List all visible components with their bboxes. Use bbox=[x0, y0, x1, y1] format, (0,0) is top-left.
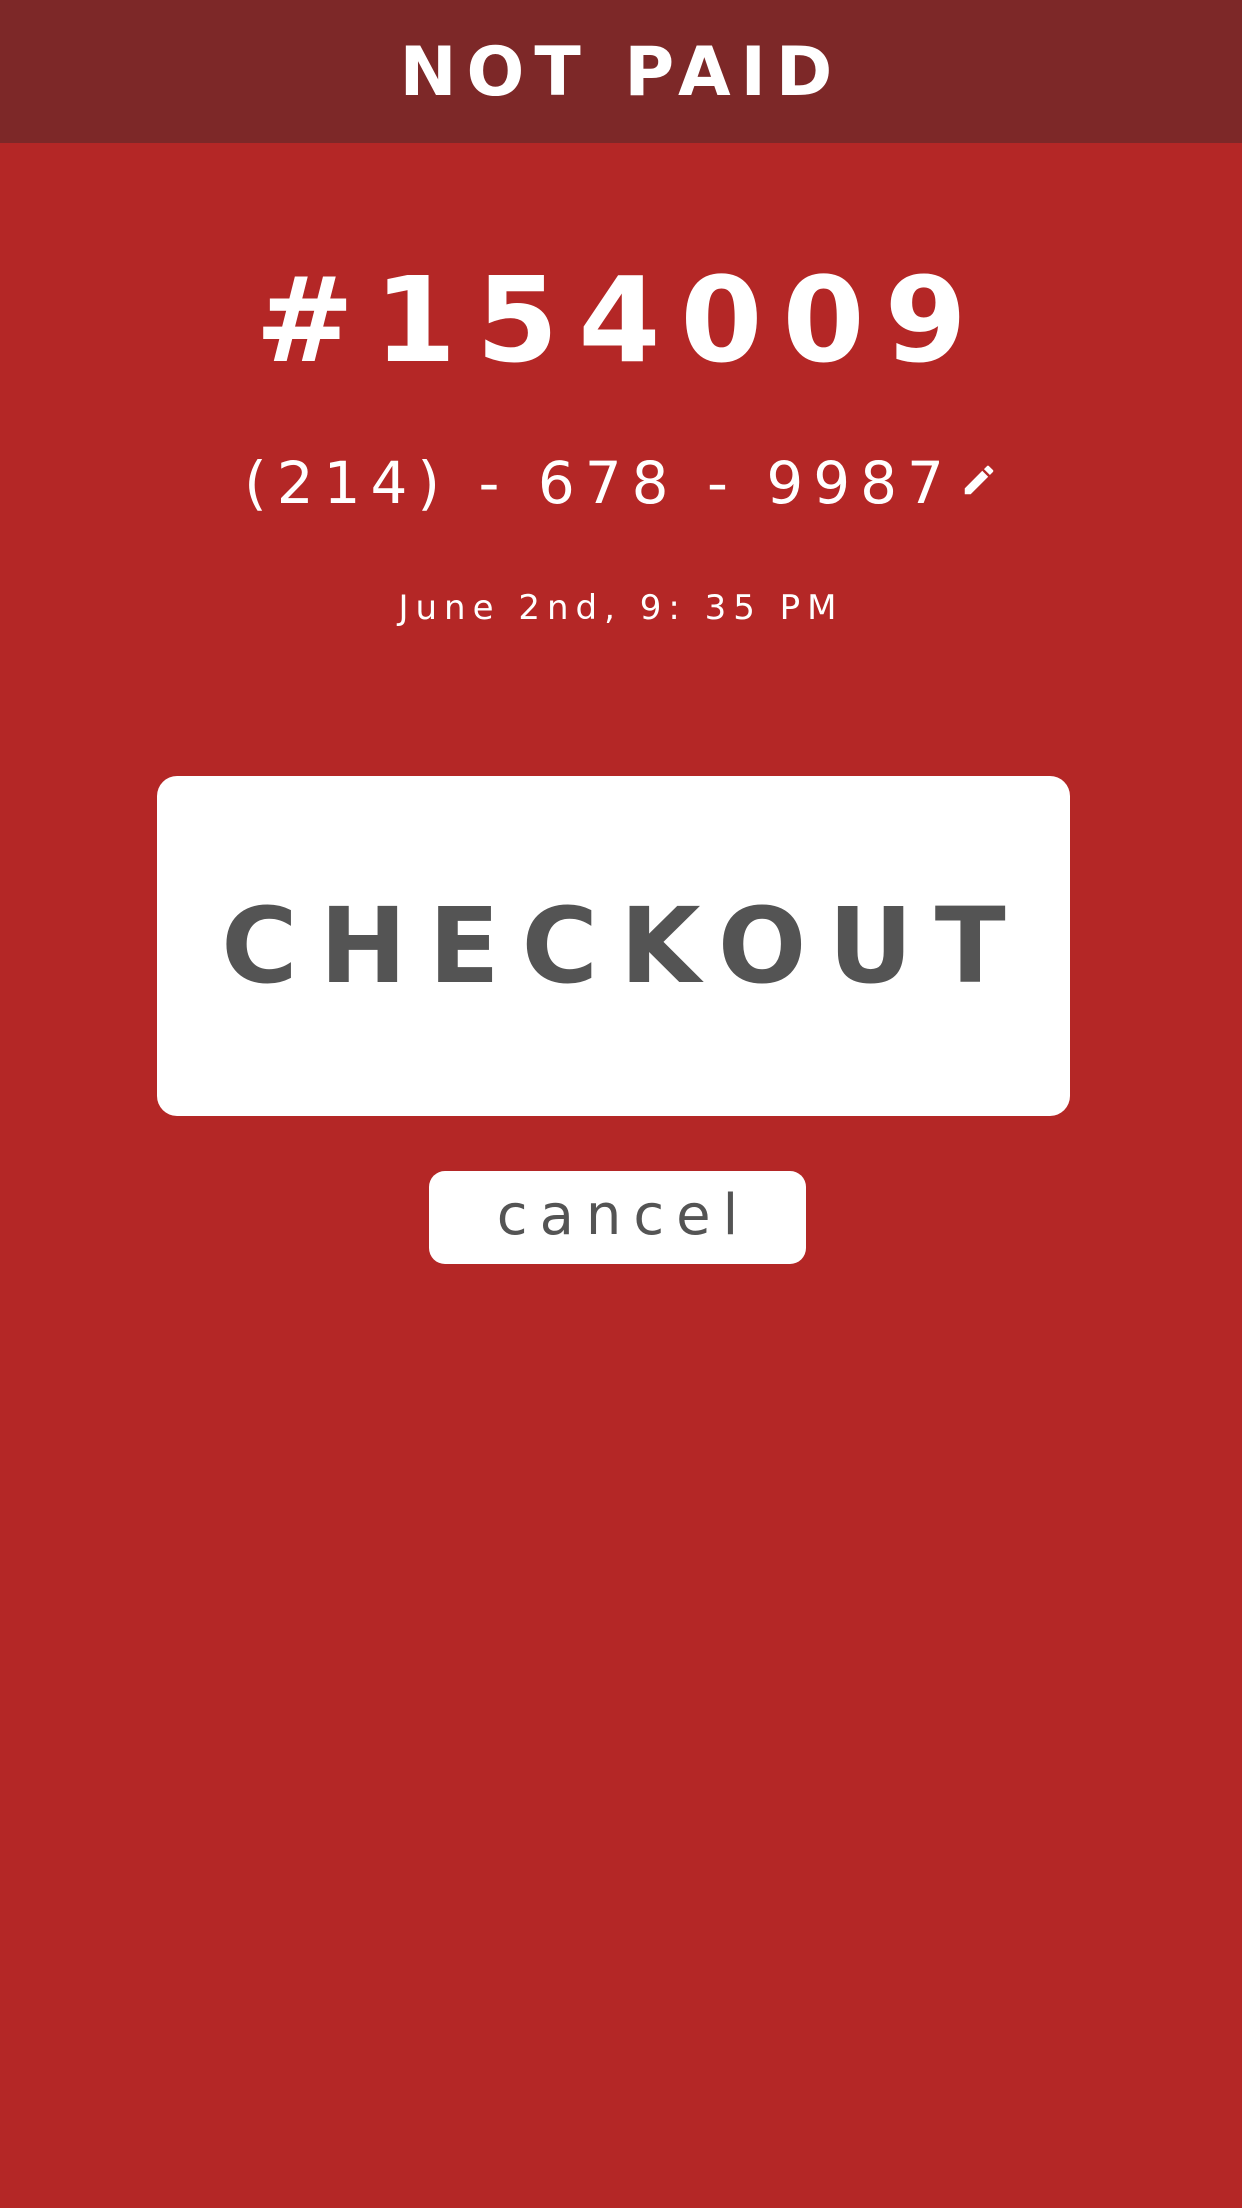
checkout-button[interactable]: CHECKOUT bbox=[157, 776, 1070, 1116]
cancel-button-label: cancel bbox=[496, 1183, 751, 1248]
cancel-button[interactable]: cancel bbox=[429, 1171, 806, 1264]
order-datetime: June 2nd, 9: 35 PM bbox=[398, 588, 844, 628]
customer-phone: (214) - 678 - 9987 bbox=[244, 449, 954, 517]
order-number: #154009 bbox=[255, 251, 987, 389]
phone-row: (214) - 678 - 9987 bbox=[0, 448, 1242, 518]
payment-status-label: NOT PAID bbox=[399, 33, 843, 112]
checkout-button-label: CHECKOUT bbox=[221, 885, 1028, 1007]
pencil-icon[interactable] bbox=[960, 461, 998, 499]
payment-status-bar: NOT PAID bbox=[0, 0, 1242, 143]
